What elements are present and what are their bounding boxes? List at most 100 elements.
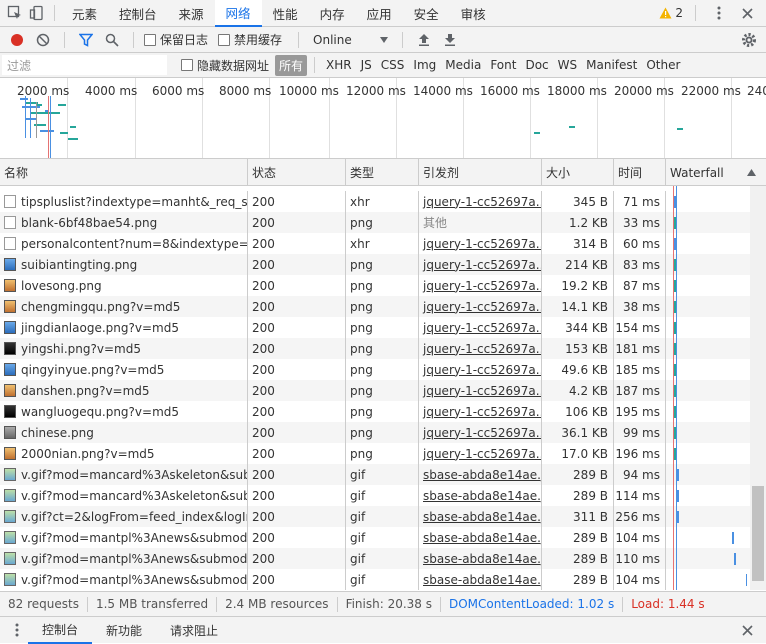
search-icon[interactable] [101,29,123,51]
inspect-element-icon[interactable] [4,2,26,24]
filter-type-doc[interactable]: Doc [521,56,552,74]
clear-icon[interactable] [32,29,54,51]
hide-data-urls-checkbox[interactable]: 隐藏数据网址 [181,57,269,74]
checkbox-box[interactable] [144,33,156,46]
request-row[interactable]: v.gif?mod=mantpl%3Anews&submod=... 200 gif… [0,548,750,569]
drawer-tab[interactable]: 请求阻止 [156,617,232,644]
request-row[interactable]: personalcontent?num=8&indextype=m... 200 x… [0,233,750,254]
filter-icon[interactable] [75,29,97,51]
column-header-type[interactable]: 类型 [346,159,419,186]
initiator-link[interactable]: jquery-1-cc52697a... [423,237,541,251]
request-row[interactable]: yingshi.png?v=md5 200 png jquery-1-cc52697a… [0,338,750,359]
initiator-link[interactable]: jquery-1-cc52697a... [423,279,541,293]
disable-cache-checkbox[interactable]: 禁用缓存 [218,31,282,48]
request-row[interactable]: jingdianlaoge.png?v=md5 200 png jquery-1-cc… [0,317,750,338]
panel-tab[interactable]: 安全 [403,0,450,27]
request-time: 195 ms [614,401,666,422]
filter-input[interactable]: 过滤 [2,55,167,75]
panel-tab[interactable]: 网络 [214,0,262,27]
request-row[interactable]: 2000nian.png?v=md5 200 png jquery-1-cc52697… [0,443,750,464]
initiator-link[interactable]: sbase-abda8e14ae.j... [423,510,541,524]
request-status: 200 [248,275,346,296]
request-name: chengmingqu.png?v=md5 [0,296,248,317]
column-header-status[interactable]: 状态 [248,159,346,186]
initiator-link[interactable]: jquery-1-cc52697a... [423,384,541,398]
request-row[interactable]: suibiantingting.png 200 png jquery-1-cc5269… [0,254,750,275]
filter-type-js[interactable]: JS [357,56,376,74]
initiator-link[interactable]: sbase-abda8e14ae.j... [423,573,541,587]
filter-type-ws[interactable]: WS [554,56,581,74]
warning-count[interactable]: 2 [659,6,683,20]
panel-tab[interactable]: 来源 [168,0,215,27]
panel-tab[interactable]: 元素 [61,0,108,27]
request-row[interactable]: v.gif?mod=mantpl%3Anews&submod=... 200 gif… [0,527,750,548]
initiator-link[interactable]: jquery-1-cc52697a... [423,426,541,440]
drawer-tab[interactable]: 新功能 [92,617,156,644]
filter-type-xhr[interactable]: XHR [322,56,356,74]
column-header-waterfall[interactable]: Waterfall [666,159,766,186]
initiator-link[interactable]: jquery-1-cc52697a... [423,300,541,314]
request-row[interactable]: v.gif?mod=mancard%3Askeleton&sub... 200 gi… [0,485,750,506]
column-header-size[interactable]: 大小 [542,159,614,186]
initiator-link[interactable]: sbase-abda8e14ae.j... [423,489,541,503]
request-status: 200 [248,401,346,422]
request-row[interactable]: danshen.png?v=md5 200 png jquery-1-cc52697a… [0,380,750,401]
column-header-name[interactable]: 名称 [0,159,248,186]
initiator-link[interactable]: sbase-abda8e14ae.j... [423,531,541,545]
initiator-link[interactable]: jquery-1-cc52697a... [423,321,541,335]
record-icon[interactable] [6,29,28,51]
overview-tick-label: 10000 ms [279,84,339,98]
preserve-log-checkbox[interactable]: 保留日志 [144,31,208,48]
initiator-link[interactable]: jquery-1-cc52697a... [423,447,541,461]
request-row[interactable]: lovesong.png 200 png jquery-1-cc52697a... 19… [0,275,750,296]
more-options-icon[interactable] [708,2,730,24]
initiator-link[interactable]: jquery-1-cc52697a... [423,342,541,356]
request-row[interactable]: tipspluslist?indextype=manht&_req_seq...… [0,191,750,212]
request-row[interactable]: qingyinyue.png?v=md5 200 png jquery-1-cc526… [0,359,750,380]
initiator-link[interactable]: jquery-1-cc52697a... [423,258,541,272]
checkbox-box[interactable] [181,59,193,71]
panel-tab[interactable]: 审核 [450,0,497,27]
panel-tab[interactable]: 性能 [262,0,309,27]
request-row[interactable]: chinese.png 200 png jquery-1-cc52697a... 36.… [0,422,750,443]
initiator-link[interactable]: jquery-1-cc52697a... [423,363,541,377]
initiator-link[interactable]: sbase-abda8e14ae.j... [423,552,541,566]
initiator-link[interactable]: jquery-1-cc52697a... [423,195,541,209]
drawer-menu-icon[interactable] [6,619,28,641]
initiator-link[interactable]: jquery-1-cc52697a... [423,405,541,419]
filter-type-other[interactable]: Other [642,56,684,74]
throttling-select[interactable]: Online [309,33,392,47]
request-row[interactable]: v.gif?mod=mantpl%3Anews&submod=... 200 gif… [0,569,750,590]
request-row[interactable]: chengmingqu.png?v=md5 200 png jquery-1-cc52… [0,296,750,317]
request-type: png [346,359,419,380]
timeline-overview[interactable]: 2000 ms 4000 ms 6000 ms 8000 ms 10000 ms 1200… [0,78,766,159]
device-toolbar-icon[interactable] [26,2,48,24]
filter-type-css[interactable]: CSS [377,56,409,74]
panel-tab[interactable]: 内存 [309,0,356,27]
checkbox-box[interactable] [218,33,231,46]
drawer-tab[interactable]: 控制台 [28,617,93,644]
request-row[interactable]: v.gif?ct=2&logFrom=feed_index&logIn... 20… [0,506,750,527]
filter-type-manifest[interactable]: Manifest [582,56,641,74]
column-header-initiator[interactable]: 引发剂 [419,159,542,186]
import-har-icon[interactable] [413,29,435,51]
scrollbar-thumb[interactable] [752,486,764,581]
request-row[interactable]: wangluogequ.png?v=md5 200 png jquery-1-cc52… [0,401,750,422]
dom-content-loaded-time: DOMContentLoaded: 1.02 s [441,596,624,612]
filter-type-所有[interactable]: 所有 [275,54,308,76]
panel-tab[interactable]: 应用 [356,0,403,27]
column-header-time[interactable]: 时间 [614,159,666,186]
close-drawer-icon[interactable] [736,619,758,641]
close-devtools-icon[interactable] [736,2,758,24]
panel-tab[interactable]: 控制台 [108,0,168,27]
filter-type-font[interactable]: Font [486,56,520,74]
filter-type-img[interactable]: Img [409,56,440,74]
request-row[interactable]: v.gif?mod=mancard%3Askeleton&sub... 200 gi… [0,464,750,485]
filter-type-media[interactable]: Media [441,56,485,74]
request-row[interactable]: blank-6bf48bae54.png 200 png 其他 1.2 KB 33 ms [0,212,750,233]
separator [54,5,55,21]
request-waterfall [666,233,747,254]
settings-gear-icon[interactable] [738,29,760,51]
initiator-link[interactable]: sbase-abda8e14ae.j... [423,468,541,482]
export-har-icon[interactable] [439,29,461,51]
